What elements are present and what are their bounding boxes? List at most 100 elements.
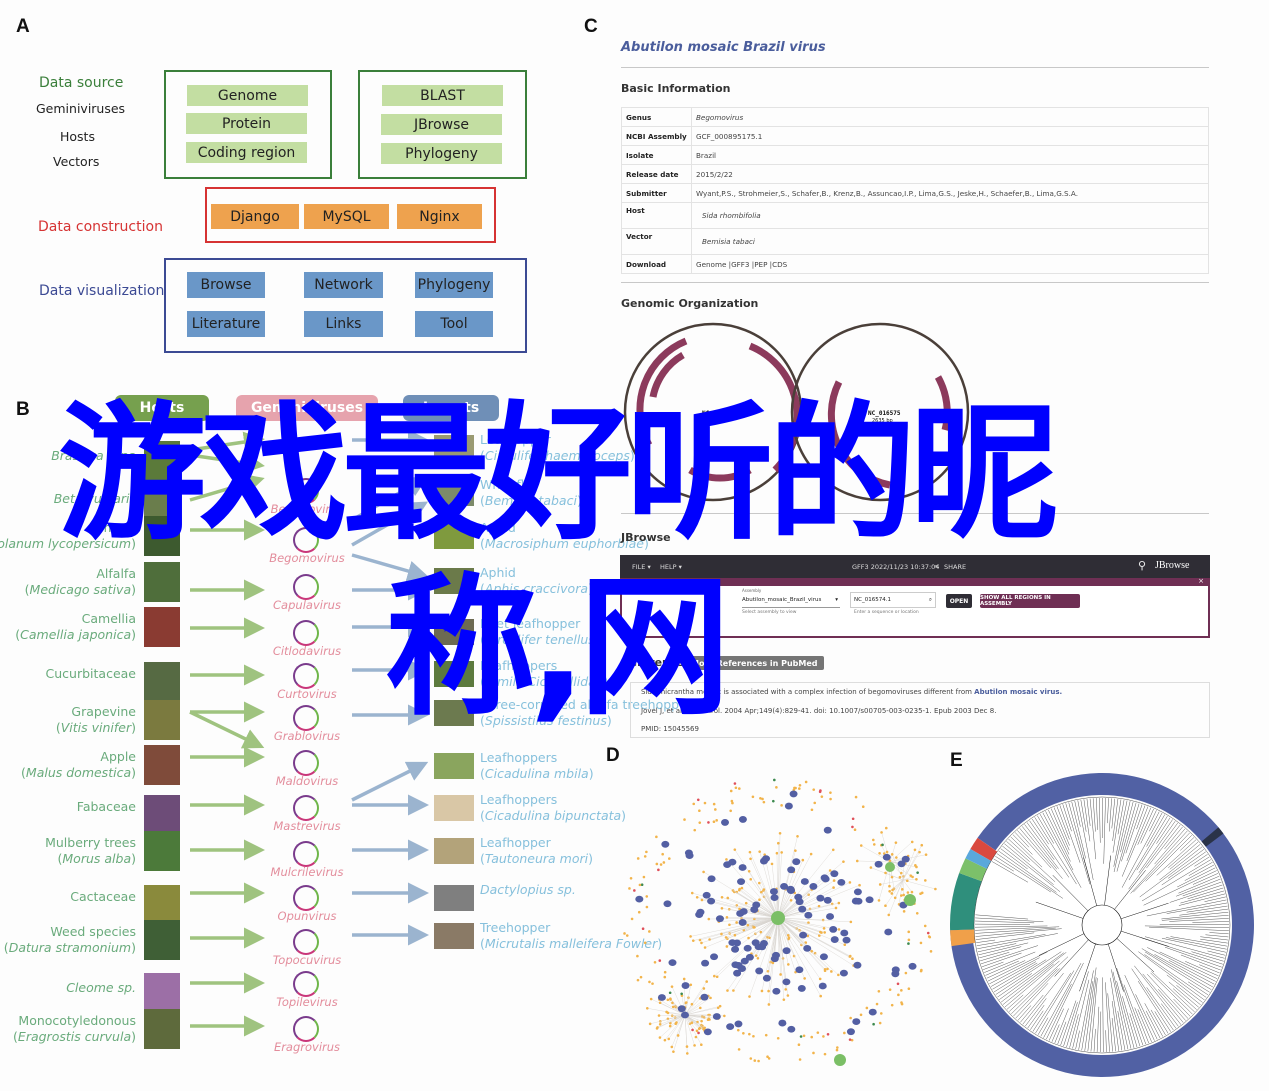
network-leaf-node	[707, 917, 711, 921]
network-leaf-node	[822, 1035, 825, 1038]
network-leaf-node	[835, 1048, 839, 1052]
info-key: Submitter	[621, 183, 692, 203]
network-leaf-node	[826, 1033, 830, 1036]
network-leaf-node	[904, 971, 908, 975]
download-links[interactable]: Genome |GFF3 |PEP |CDS	[691, 254, 1209, 274]
network-leaf-node	[924, 879, 927, 882]
host-link[interactable]: Sida rhombifolia	[691, 202, 1209, 229]
network-leaf-node	[690, 1002, 694, 1006]
insect-label: Leafhopper (Tautoneura mori)	[480, 835, 593, 866]
network-leaf-node	[878, 851, 881, 855]
share-button[interactable]: SHARE	[944, 563, 966, 571]
host-photo	[144, 920, 180, 960]
close-icon[interactable]: ×	[1198, 577, 1204, 585]
network-leaf-node	[639, 975, 643, 979]
info-row: Submitter Wyant,P.S., Strohmeier,S., Scha…	[621, 183, 1209, 203]
network-node	[685, 852, 694, 860]
network-leaf-node	[802, 1034, 806, 1038]
network-leaf-node	[871, 838, 875, 842]
network-leaf-node	[861, 805, 865, 809]
network-leaf-node	[668, 991, 672, 995]
virus-genome-icon	[293, 795, 319, 821]
network-leaf-node	[910, 890, 914, 894]
virus-genome-icon	[293, 841, 319, 867]
network-node	[769, 888, 778, 895]
network-leaf-node	[671, 1005, 675, 1009]
network-leaf-node	[649, 997, 653, 1001]
virus-genome-icon	[293, 885, 319, 911]
submitter-value: Wyant,P.S., Strohmeier,S., Schafer,B., K…	[691, 183, 1209, 203]
network-node	[715, 915, 724, 923]
virus-genus-label: Topilevirus	[276, 995, 338, 1009]
network-leaf-node	[890, 1003, 894, 1007]
insect-photo	[434, 885, 474, 911]
insect-label: Dactylopius sp.	[480, 882, 576, 898]
network-node	[677, 1005, 686, 1013]
assembly-select[interactable]: Abutilon_mosaic_Brazil_virus ▾	[742, 594, 840, 608]
network-leaf-node	[828, 869, 832, 872]
network-leaf-node	[623, 932, 626, 935]
network-node	[820, 874, 829, 882]
network-leaf-node	[643, 855, 647, 858]
open-button[interactable]: OPEN	[946, 594, 972, 608]
info-row: Release date 2015/2/22	[621, 164, 1209, 184]
network-leaf-node	[658, 1036, 662, 1039]
network-leaf-node	[658, 1022, 662, 1026]
share-icon[interactable]: <	[934, 562, 939, 570]
release-date-value: 2015/2/22	[691, 164, 1209, 184]
info-key: Isolate	[621, 145, 692, 165]
network-edge	[880, 879, 904, 885]
host-common-name: Apple	[100, 749, 136, 764]
overlay-text-line1: 游戏最好听的昵	[58, 388, 1058, 560]
search-icon[interactable]: ⌕	[929, 597, 932, 604]
network-leaf-node	[894, 841, 898, 844]
network-node	[731, 945, 740, 953]
network-node	[755, 967, 764, 975]
network-leaf-node	[670, 985, 674, 988]
assembly-link[interactable]: GCF_000895175.1	[691, 126, 1209, 146]
info-key: NCBI Assembly	[621, 126, 692, 146]
locus-input[interactable]: NC_016574.1 ⌕	[850, 592, 936, 608]
network-leaf-node	[911, 875, 914, 879]
network-leaf-node	[638, 883, 642, 887]
network-leaf-node	[913, 848, 917, 852]
source-data-box: Genome Protein Coding region	[164, 70, 332, 179]
network-node	[891, 970, 900, 978]
network-leaf-node	[662, 861, 666, 864]
network-leaf-node	[900, 989, 903, 992]
panel-letter-e: E	[950, 750, 963, 771]
network-leaf-node	[692, 802, 696, 806]
host-virus-arrow	[189, 710, 265, 749]
network-leaf-node	[851, 957, 854, 961]
chip-blast: BLAST	[382, 85, 503, 106]
network-leaf-node	[675, 1021, 678, 1024]
network-leaf-node	[709, 996, 712, 1000]
network-leaf-node	[749, 877, 753, 881]
assembly-value: Abutilon_mosaic_Brazil_virus	[742, 597, 822, 603]
vector-link[interactable]: Bemisia tabaci	[691, 228, 1209, 255]
network-leaf-node	[658, 959, 662, 962]
host-label: Monocotyledonous (Eragrostis curvula)	[13, 1013, 136, 1044]
network-leaf-node	[884, 826, 888, 830]
network-node	[840, 929, 849, 937]
chip-protein: Protein	[186, 113, 307, 134]
genus-value: Begomovirus	[691, 107, 1209, 127]
network-leaf-node	[910, 840, 914, 844]
network-node	[734, 1020, 743, 1028]
network-leaf-node	[700, 898, 704, 902]
virus-genome-icon	[293, 971, 319, 997]
network-leaf-node	[748, 1032, 751, 1036]
network-leaf-node	[773, 778, 776, 782]
basic-info-heading: Basic Information	[621, 82, 731, 95]
network-leaf-node	[729, 789, 733, 793]
virus-genus-label: Citlodavirus	[272, 644, 342, 658]
network-node	[707, 875, 716, 883]
show-all-regions-button[interactable]: SHOW ALL REGIONS IN ASSEMBLY	[980, 594, 1080, 608]
network-leaf-node	[902, 910, 906, 913]
host-photo	[144, 662, 180, 702]
network-leaf-node	[666, 998, 670, 1002]
network-leaf-node	[794, 786, 797, 790]
network-node	[795, 966, 804, 974]
host-latin-name: Morus alba	[62, 851, 132, 866]
network-node	[759, 857, 768, 865]
